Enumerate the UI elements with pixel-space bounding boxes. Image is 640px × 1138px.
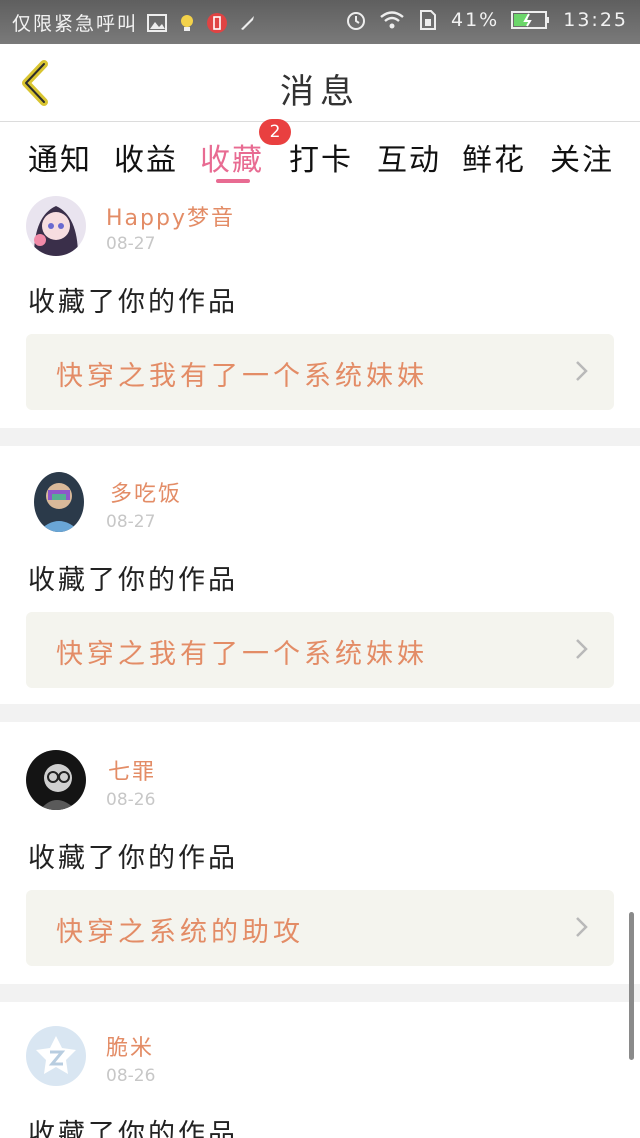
chevron-right-icon — [576, 917, 588, 937]
header-bar: 消息 — [0, 44, 640, 122]
tab-interaction[interactable]: 互动 — [377, 135, 441, 179]
tab-bar: 通知 收益 收藏 2 打卡 互动 鲜花 关注 — [0, 119, 640, 187]
image-icon — [147, 13, 168, 32]
work-title: 快穿之我有了一个系统妹妹 — [56, 361, 428, 392]
rocket-icon — [241, 15, 255, 30]
tab-favorites[interactable]: 收藏 — [200, 135, 264, 179]
carrier-text: 仅限紧急呼叫 — [12, 13, 139, 35]
clock-time: 13:25 — [563, 9, 628, 31]
message-text: 收藏了你的作品 — [28, 1119, 238, 1138]
scrollbar[interactable] — [629, 912, 634, 1060]
message-date: 08-27 — [106, 234, 156, 254]
tab-checkin[interactable]: 打卡 — [289, 135, 353, 179]
page-title: 消息 — [280, 72, 360, 112]
sim-icon — [420, 10, 436, 30]
tab-notifications[interactable]: 通知 — [28, 135, 92, 179]
chevron-right-icon — [576, 639, 588, 659]
message-text: 收藏了你的作品 — [28, 565, 238, 596]
work-title: 快穿之我有了一个系统妹妹 — [56, 639, 428, 670]
tab-earnings[interactable]: 收益 — [114, 135, 178, 179]
active-tab-indicator — [216, 179, 250, 183]
favorites-badge: 2 — [259, 119, 291, 145]
battery-percent: 41% — [451, 9, 500, 31]
divider — [0, 984, 640, 1002]
alarm-icon — [347, 12, 365, 30]
message-item: 七罪 08-26 收藏了你的作品 快穿之系统的助攻 — [0, 722, 640, 984]
avatar[interactable] — [34, 472, 84, 532]
wifi-icon — [380, 11, 404, 29]
divider — [0, 428, 640, 446]
avatar[interactable] — [26, 1026, 86, 1086]
chevron-right-icon — [576, 361, 588, 381]
message-date: 08-27 — [106, 512, 156, 532]
tab-follow[interactable]: 关注 — [550, 135, 614, 179]
username[interactable]: 脆米 — [106, 1030, 154, 1062]
work-card[interactable]: 快穿之系统的助攻 — [26, 890, 614, 966]
divider — [0, 704, 640, 722]
username[interactable]: Happy梦音 — [106, 200, 235, 232]
message-item: Happy梦音 08-27 收藏了你的作品 快穿之我有了一个系统妹妹 — [0, 188, 640, 428]
bulb-icon — [181, 14, 194, 31]
tab-flowers[interactable]: 鲜花 — [462, 135, 526, 179]
username[interactable]: 多吃饭 — [110, 476, 182, 508]
message-date: 08-26 — [106, 1066, 156, 1086]
battery-alert-icon — [207, 12, 228, 33]
work-title: 快穿之系统的助攻 — [56, 917, 304, 948]
message-text: 收藏了你的作品 — [28, 843, 238, 874]
work-card[interactable]: 快穿之我有了一个系统妹妹 — [26, 612, 614, 688]
status-bar: 仅限紧急呼叫 41% 13:25 — [0, 0, 640, 44]
message-date: 08-26 — [106, 790, 156, 810]
avatar[interactable] — [26, 196, 86, 256]
username[interactable]: 七罪 — [108, 754, 156, 786]
message-item: 多吃饭 08-27 收藏了你的作品 快穿之我有了一个系统妹妹 — [0, 446, 640, 704]
avatar[interactable] — [26, 750, 86, 810]
work-card[interactable]: 快穿之我有了一个系统妹妹 — [26, 334, 614, 410]
battery-icon — [511, 11, 550, 29]
message-item: 脆米 08-26 收藏了你的作品 — [0, 1002, 640, 1138]
message-text: 收藏了你的作品 — [28, 287, 238, 318]
